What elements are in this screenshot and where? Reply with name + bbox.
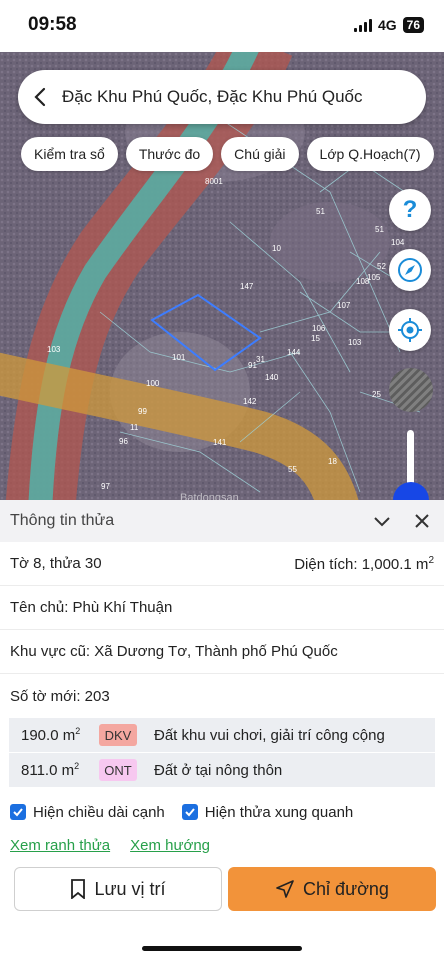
parcel-label: 100	[146, 379, 160, 388]
chip-legend[interactable]: Chú giải	[221, 137, 299, 171]
signal-icon	[353, 18, 372, 32]
chevron-down-icon[interactable]	[372, 511, 392, 531]
land-use-table: 190.0 m2 DKV Đất khu vui chơi, giải trí …	[9, 718, 435, 788]
parcel-area: Diện tích: 1,000.1 m2	[294, 554, 434, 573]
chip-check-book[interactable]: Kiểm tra sổ	[21, 137, 118, 171]
help-button[interactable]: ?	[389, 189, 431, 231]
parcel-label: 51	[375, 225, 384, 234]
parcel-label: 31	[256, 355, 265, 364]
panel-header: Thông tin thửa	[0, 500, 444, 542]
table-row: 190.0 m2 DKV Đất khu vui chơi, giải trí …	[9, 718, 435, 753]
land-use-description: Đất ở tại nông thôn	[154, 761, 283, 779]
parcel-label: 141	[213, 438, 227, 447]
checkbox-label[interactable]: Hiện chiều dài cạnh	[33, 804, 165, 821]
panel-links: Xem ranh thửa Xem hướng	[0, 830, 444, 860]
back-arrow-icon[interactable]	[18, 70, 62, 124]
usage-area: 811.0 m2	[21, 761, 80, 779]
home-indicator[interactable]	[142, 946, 302, 951]
parcel-label: 99	[138, 407, 147, 416]
compass-button[interactable]	[389, 249, 431, 291]
parcel-label: 140	[265, 373, 279, 382]
map-tool-chips: Kiểm tra sổ Thước đo Chú giải Lớp Q.Hoạc…	[21, 137, 434, 171]
checkbox-checked-icon[interactable]	[10, 804, 26, 820]
display-options: Hiện chiều dài cạnh Hiện thửa xung quanh	[0, 794, 444, 830]
bookmark-icon	[71, 879, 86, 899]
parcel-label: 11	[130, 423, 139, 432]
parcel-label: 55	[288, 465, 297, 474]
parcel-label: 144	[287, 348, 301, 357]
map-layer-toggle[interactable]	[389, 368, 433, 412]
old-area-row: Khu vực cũ: Xã Dương Tơ, Thành phố Phú Q…	[0, 630, 444, 674]
parcel-label: 101	[172, 353, 186, 362]
new-sheet-row: Số tờ mới: 203	[0, 674, 444, 718]
status-time: 09:58	[28, 14, 77, 35]
land-code-badge: ONT	[99, 759, 137, 781]
navigation-arrow-icon	[276, 880, 294, 898]
directions-label: Chỉ đường	[303, 878, 389, 899]
search-bar[interactable]: Đặc Khu Phú Quốc, Đặc Khu Phú Quốc	[18, 70, 426, 124]
parcel-label: 147	[240, 282, 254, 291]
question-icon: ?	[402, 196, 418, 223]
sheet-area-row: Tờ 8, thửa 30 Diện tích: 1,000.1 m2	[0, 542, 444, 586]
old-area: Khu vực cũ: Xã Dương Tơ, Thành phố Phú Q…	[10, 643, 338, 660]
table-row: 811.0 m2 ONT Đất ở tại nông thôn	[9, 753, 435, 788]
sheet-plot-number: Tờ 8, thửa 30	[10, 555, 102, 572]
search-location-text[interactable]: Đặc Khu Phú Quốc, Đặc Khu Phú Quốc	[62, 87, 363, 107]
my-location-button[interactable]	[389, 309, 431, 351]
chip-measure[interactable]: Thước đo	[125, 137, 214, 171]
checkbox-checked-icon[interactable]	[181, 804, 198, 820]
chip-planning-layer[interactable]: Lớp Q.Hoạch(7)	[306, 137, 434, 171]
parcel-label: 97	[101, 482, 110, 491]
parcel-label: 107	[337, 301, 351, 310]
network-type: 4G	[377, 17, 397, 33]
parcel-label: 142	[243, 397, 257, 406]
parcel-label: 15	[311, 334, 320, 343]
parcel-label: 96	[119, 437, 128, 446]
parcel-label: 103	[47, 345, 61, 354]
show-edge-length-checkbox[interactable]: Hiện chiều dài cạnh	[10, 804, 165, 821]
parcel-label: 104	[391, 238, 405, 247]
battery-icon: 76	[402, 17, 424, 33]
close-icon[interactable]	[412, 511, 432, 531]
parcel-label: 91	[248, 361, 257, 370]
usage-area: 190.0 m2	[21, 726, 81, 744]
parcel-label: 8001	[205, 177, 223, 186]
compass-icon	[398, 258, 422, 282]
watermark: Batdongsan	[180, 492, 239, 500]
parcel-label: 103	[348, 338, 362, 347]
land-use-description: Đất khu vui chơi, giải trí công cộng	[154, 726, 385, 744]
checkbox-label[interactable]: Hiện thửa xung quanh	[205, 804, 353, 821]
parcel-label: 108	[356, 277, 370, 286]
status-bar: 09:58 4G 76	[0, 0, 444, 52]
view-direction-link[interactable]: Xem hướng	[130, 837, 210, 854]
action-buttons: Lưu vị trí Chỉ đường	[14, 867, 436, 911]
parcel-label: 52	[377, 262, 386, 271]
parcel-label: 10	[272, 244, 281, 253]
view-boundary-link[interactable]: Xem ranh thửa	[10, 837, 110, 854]
show-neighbors-checkbox[interactable]: Hiện thửa xung quanh	[181, 804, 353, 821]
parcel-info-panel: Thông tin thửa Tờ 8, thửa 30 Diện tích: …	[0, 500, 444, 960]
parcel-label: 25	[372, 390, 381, 399]
save-location-label: Lưu vị trí	[94, 878, 166, 899]
save-location-button[interactable]: Lưu vị trí	[14, 867, 222, 911]
parcel-label: 51	[316, 207, 325, 216]
panel-title: Thông tin thửa	[10, 512, 115, 529]
crosshair-icon	[398, 318, 422, 342]
new-sheet-number: Số tờ mới: 203	[10, 687, 110, 705]
parcel-label: 18	[328, 457, 337, 466]
owner-row: Tên chủ: Phù Khí Thuận	[0, 586, 444, 630]
land-code-badge: DKV	[99, 724, 137, 746]
parcel-label: 106	[312, 324, 326, 333]
directions-button[interactable]: Chỉ đường	[228, 867, 436, 911]
owner-name: Tên chủ: Phù Khí Thuận	[10, 599, 173, 616]
